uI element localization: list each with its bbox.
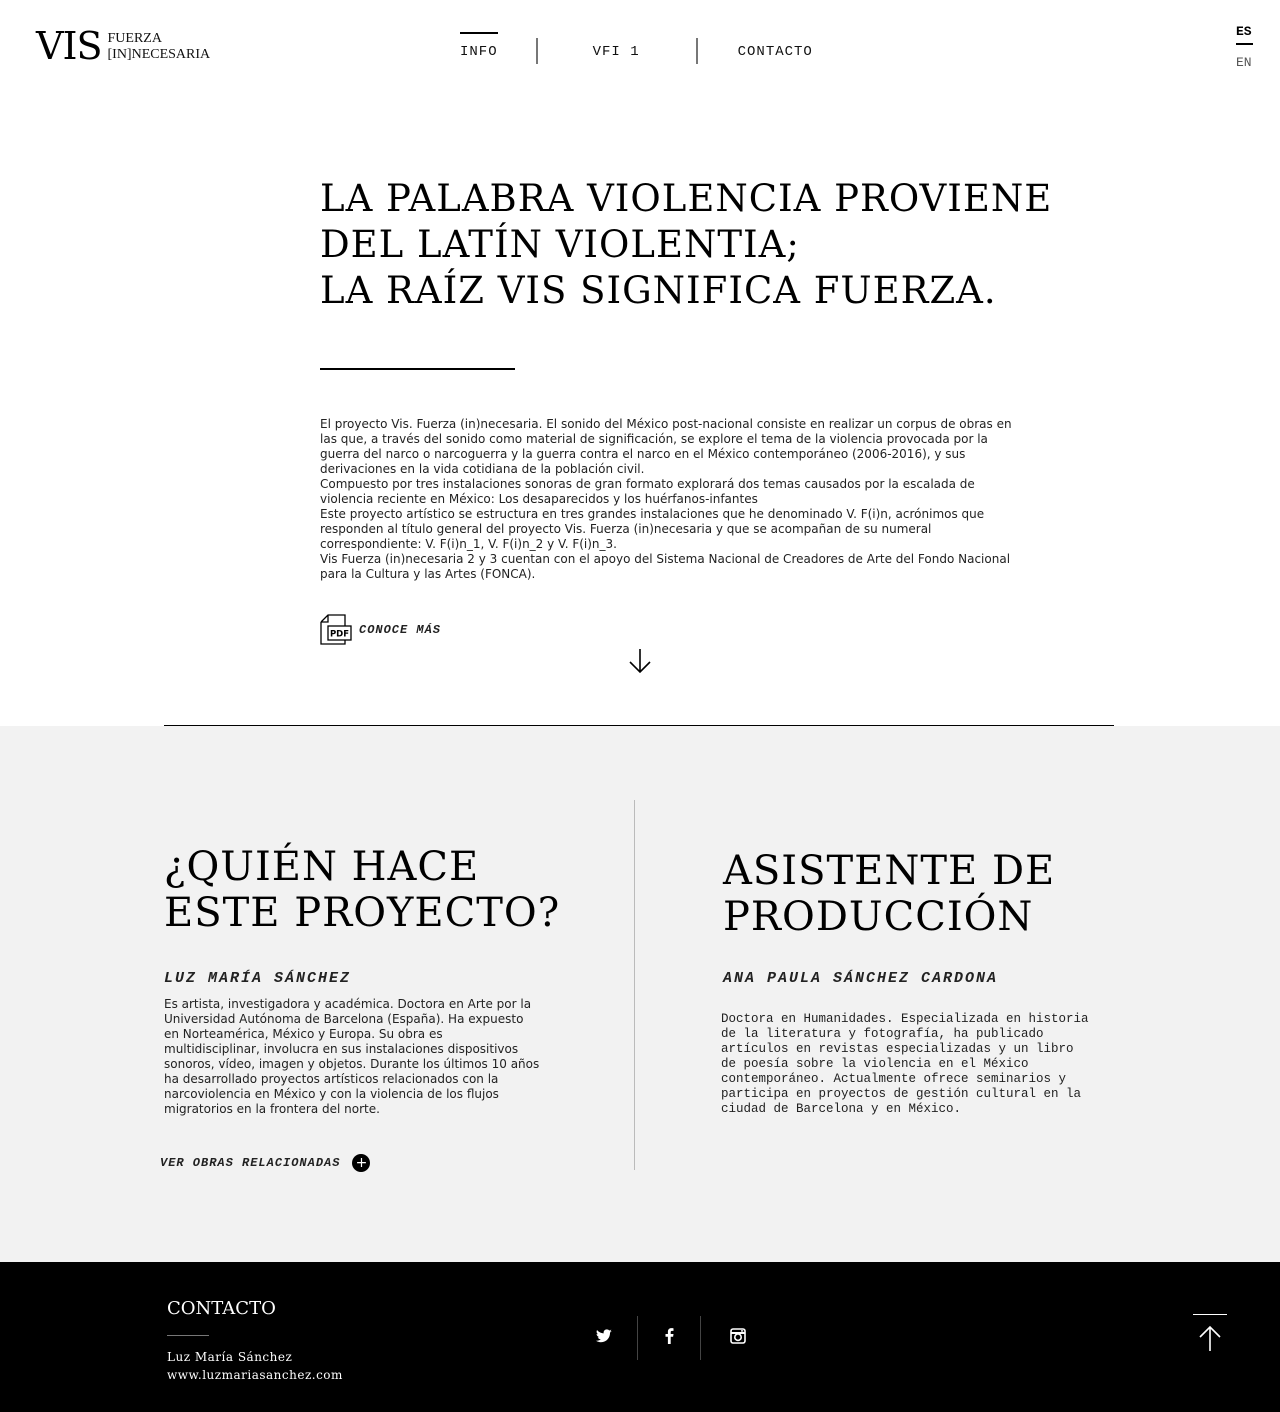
team-right-bio: Doctora en Humanidades. Especializada en… <box>721 1012 1089 1116</box>
arrow-up-icon <box>1199 1325 1221 1351</box>
pdf-badge: PDF <box>330 630 349 640</box>
site-logo[interactable]: VIS FUERZA [IN]NECESARIA <box>36 27 210 65</box>
footer-website-link[interactable]: www.luzmariasanchez.com <box>167 1368 343 1382</box>
team-left-bio: Es artista, investigadora y académica. D… <box>164 997 540 1116</box>
team-right-heading: ASISTENTE DE PRODUCCIÓN <box>723 848 1055 940</box>
nav-item-contacto[interactable]: CONTACTO <box>738 32 813 60</box>
heading-line: ESTE PROYECTO? <box>164 890 561 936</box>
back-to-top-button[interactable] <box>1193 1314 1227 1354</box>
pdf-download-link[interactable]: PDF CONOCE MÁS <box>320 614 441 645</box>
logo-line-2: [IN]NECESARIA <box>107 47 211 62</box>
team-column-divider <box>634 800 635 1170</box>
hero-title-line: LA RAÍZ VIS SIGNIFICA FUERZA. <box>320 269 997 312</box>
scroll-down-arrow-icon[interactable] <box>628 648 652 674</box>
nav-separator <box>535 38 538 64</box>
nav-item-vfi-1[interactable]: VFI 1 <box>593 32 640 60</box>
instagram-link[interactable] <box>720 1318 756 1354</box>
pdf-file-icon: PDF <box>320 614 352 645</box>
language-switcher: ES EN <box>1236 24 1254 70</box>
team-right-name: ANA PAULA SÁNCHEZ CARDONA <box>723 970 999 987</box>
social-separator <box>637 1316 638 1360</box>
footer-contact-name: Luz María Sánchez <box>167 1350 293 1364</box>
nav-item-info[interactable]: INFO <box>460 32 498 60</box>
lang-en-link[interactable]: EN <box>1236 55 1254 70</box>
facebook-link[interactable] <box>651 1318 687 1354</box>
heading-line: ¿QUIÉN HACE <box>164 844 480 890</box>
hero-title-line: LA PALABRA VIOLENCIA PROVIENE <box>320 177 1053 220</box>
footer-rule <box>167 1335 209 1336</box>
logo-subtitle: FUERZA [IN]NECESARIA <box>108 31 211 63</box>
team-left-name: LUZ MARÍA SÁNCHEZ <box>164 970 352 987</box>
facebook-icon <box>665 1328 673 1344</box>
twitter-link[interactable] <box>586 1318 622 1354</box>
intro-paragraph: El proyecto Vis. Fuerza (in)necesaria. E… <box>320 417 1012 476</box>
team-left-heading: ¿QUIÉN HACE ESTE PROYECTO? <box>164 844 560 936</box>
footer-title: CONTACTO <box>167 1298 276 1319</box>
twitter-icon <box>596 1329 612 1343</box>
intro-text: El proyecto Vis. Fuerza (in)necesaria. E… <box>320 417 1020 582</box>
instagram-icon <box>730 1328 746 1344</box>
heading-line: ASISTENTE DE <box>723 848 1056 894</box>
pdf-link-label: CONOCE MÁS <box>359 622 442 637</box>
team-section: ¿QUIÉN HACE ESTE PROYECTO? LUZ MARÍA SÁN… <box>0 726 1280 1262</box>
intro-paragraph: Este proyecto artístico se estructura en… <box>320 507 985 551</box>
hero-divider <box>320 368 515 370</box>
hero-title-line: DEL LATÍN VIOLENTIA; <box>320 223 800 266</box>
site-footer: CONTACTO Luz María Sánchez www.luzmarias… <box>0 1262 1280 1412</box>
intro-paragraph: Compuesto por tres instalaciones sonoras… <box>320 477 975 506</box>
heading-line: PRODUCCIÓN <box>723 894 1034 940</box>
main-nav: INFO VFI 1 CONTACTO <box>440 28 813 64</box>
plus-circle-icon: + <box>352 1154 371 1172</box>
social-separator <box>700 1316 701 1360</box>
logo-main: VIS <box>36 24 102 68</box>
intro-paragraph: Vis Fuerza (in)necesaria 2 y 3 cuentan c… <box>320 552 1011 581</box>
hero-title: LA PALABRA VIOLENCIA PROVIENE DEL LATÍN … <box>320 176 1080 314</box>
related-works-link[interactable]: VER OBRAS RELACIONADAS + <box>160 1154 371 1172</box>
nav-separator <box>695 38 698 64</box>
logo-line-1: FUERZA <box>107 31 162 46</box>
related-works-label: VER OBRAS RELACIONADAS <box>160 1156 341 1170</box>
lang-es-link[interactable]: ES <box>1236 24 1253 45</box>
